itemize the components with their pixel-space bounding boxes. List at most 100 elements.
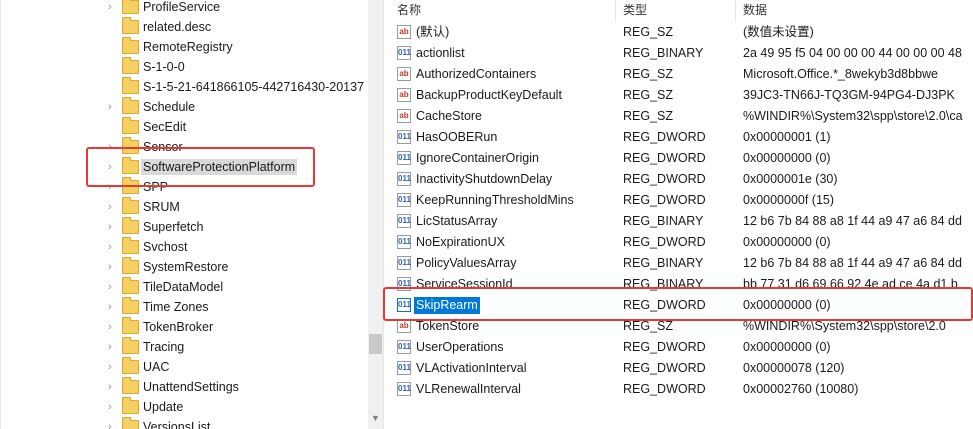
chevron-right-icon[interactable]: › (108, 379, 118, 395)
tree-item[interactable]: › Sensor (0, 137, 368, 157)
value-row[interactable]: 011 PolicyValuesArray REG_BINARY 12 b6 7b 8… (389, 253, 973, 274)
value-name: actionlist (416, 46, 465, 60)
tree-item-label: Svchost (143, 240, 188, 254)
tree-item[interactable]: › SPP (0, 177, 368, 197)
value-name: SkipRearm (414, 297, 480, 314)
chevron-right-icon[interactable]: › (108, 259, 118, 275)
value-row[interactable]: 011 NoExpirationUX REG_DWORD 0x00000000 (0) (389, 232, 973, 253)
tree-item[interactable]: › ProfileService (0, 0, 368, 17)
folder-icon (122, 77, 139, 94)
value-row[interactable]: 011 SkipRearm REG_DWORD 0x00000000 (0) (389, 295, 973, 316)
tree-item[interactable]: › VersionsList (0, 417, 368, 429)
value-row[interactable]: 011 ServiceSessionId REG_BINARY bb 77 31 d6… (389, 274, 973, 295)
value-type: REG_DWORD (623, 193, 706, 207)
folder-icon (122, 417, 139, 429)
value-row[interactable]: 011 LicStatusArray REG_BINARY 12 b6 7b 84 8… (389, 211, 973, 232)
chevron-right-icon[interactable]: › (108, 99, 118, 115)
folder-icon (122, 57, 139, 74)
value-row[interactable]: ab BackupProductKeyDefault REG_SZ 39JC3-TN6… (389, 85, 973, 106)
value-row[interactable]: 011 IgnoreContainerOrigin REG_DWORD 0x00000… (389, 148, 973, 169)
value-row[interactable]: 011 VLRenewalInterval REG_DWORD 0x00002760 … (389, 379, 973, 400)
value-data: 0x00000000 (0) (743, 151, 831, 165)
scrollbar-thumb[interactable] (369, 334, 382, 354)
chevron-right-icon[interactable]: › (108, 279, 118, 295)
value-row[interactable]: 011 VLActivationInterval REG_DWORD 0x000000… (389, 358, 973, 379)
tree-item[interactable]: › Superfetch (0, 217, 368, 237)
chevron-right-icon[interactable]: › (108, 159, 118, 175)
column-header-data[interactable]: 数据 (735, 0, 973, 22)
chevron-right-icon[interactable]: › (108, 0, 118, 15)
tree-item[interactable]: S-1-0-0 (0, 57, 368, 77)
column-header-name[interactable]: 名称 (389, 0, 615, 22)
tree-item-label: Update (143, 400, 184, 414)
value-row[interactable]: 011 KeepRunningThresholdMins REG_DWORD 0x00… (389, 190, 973, 211)
chevron-right-icon[interactable]: › (108, 179, 118, 195)
tree-item[interactable]: › Svchost (0, 237, 368, 257)
tree-item[interactable]: related.desc (0, 17, 368, 37)
value-name: AuthorizedContainers (416, 67, 537, 81)
registry-key-tree[interactable]: › ProfileService related.desc RemoteRegistr… (0, 0, 368, 429)
tree-item[interactable]: S-1-5-21-641866105-442716430-20137 (0, 77, 368, 97)
tree-item-label: SoftwareProtectionPlatform (141, 159, 298, 175)
value-name: NoExpirationUX (416, 235, 505, 249)
value-row[interactable]: 011 actionlist REG_BINARY 2a 49 95 f5 04 00… (389, 43, 973, 64)
value-type: REG_BINARY (623, 214, 704, 228)
tree-item[interactable]: › SystemRestore (0, 257, 368, 277)
value-name: VLRenewalInterval (416, 382, 521, 396)
value-type: REG_DWORD (623, 172, 706, 186)
value-row[interactable]: ab AuthorizedContainers REG_SZ Microsoft.Of… (389, 64, 973, 85)
binary-value-icon: 011 (397, 151, 411, 165)
chevron-right-icon[interactable]: › (108, 299, 118, 315)
tree-item-label: Time Zones (143, 300, 209, 314)
chevron-right-icon[interactable]: › (108, 419, 118, 429)
value-row[interactable]: 011 UserOperations REG_DWORD 0x00000000 (0) (389, 337, 973, 358)
column-header-type[interactable]: 类型 (615, 0, 735, 22)
tree-item-label: UAC (143, 360, 170, 374)
tree-item[interactable]: › SoftwareProtectionPlatform (0, 157, 368, 177)
value-row[interactable]: 011 HasOOBERun REG_DWORD 0x00000001 (1) (389, 127, 973, 148)
tree-item[interactable]: SecEdit (0, 117, 368, 137)
value-type: REG_DWORD (623, 298, 706, 312)
chevron-right-icon[interactable]: › (108, 399, 118, 415)
tree-item[interactable]: › Time Zones (0, 297, 368, 317)
folder-icon (122, 197, 139, 214)
chevron-right-icon[interactable]: › (108, 359, 118, 375)
tree-scrollbar[interactable]: ▼ (368, 0, 383, 429)
value-type: REG_BINARY (623, 256, 704, 270)
folder-icon (122, 17, 139, 34)
value-row[interactable]: ab CacheStore REG_SZ %WINDIR%\System32\spp\… (389, 106, 973, 127)
value-data: (数值未设置) (743, 25, 814, 39)
tree-item[interactable]: › UAC (0, 357, 368, 377)
tree-item[interactable]: › SRUM (0, 197, 368, 217)
binary-value-icon: 011 (397, 256, 411, 270)
tree-item[interactable]: › Update (0, 397, 368, 417)
chevron-right-icon[interactable]: › (108, 219, 118, 235)
tree-item[interactable]: › UnattendSettings (0, 377, 368, 397)
folder-icon (122, 317, 139, 334)
tree-item[interactable]: › Tracing (0, 337, 368, 357)
tree-item-label: Schedule (143, 100, 196, 114)
value-name: IgnoreContainerOrigin (416, 151, 539, 165)
tree-item[interactable]: › Schedule (0, 97, 368, 117)
chevron-right-icon[interactable]: › (108, 139, 118, 155)
value-name: InactivityShutdownDelay (416, 172, 553, 186)
value-data: 0x00000000 (0) (743, 298, 831, 312)
binary-value-icon: 011 (397, 340, 411, 354)
chevron-right-icon[interactable]: › (108, 319, 118, 335)
tree-item[interactable]: › TileDataModel (0, 277, 368, 297)
value-row[interactable]: 011 InactivityShutdownDelay REG_DWORD 0x000… (389, 169, 973, 190)
value-row[interactable]: ab (默认) REG_SZ (数值未设置) (389, 22, 973, 43)
binary-value-icon: 011 (397, 193, 411, 207)
tree-item[interactable]: RemoteRegistry (0, 37, 368, 57)
chevron-right-icon[interactable]: › (108, 199, 118, 215)
value-row[interactable]: ab TokenStore REG_SZ %WINDIR%\System32\spp\… (389, 316, 973, 337)
scroll-down-arrow-icon[interactable]: ▼ (371, 413, 380, 423)
tree-item[interactable]: › TokenBroker (0, 317, 368, 337)
registry-values-list[interactable]: 名称 类型 数据 ab (默认) REG_SZ (数值未设置) 011 actionlis… (389, 0, 973, 429)
folder-icon (122, 177, 139, 194)
string-value-icon: ab (397, 319, 411, 333)
chevron-right-icon[interactable]: › (108, 339, 118, 355)
chevron-right-icon[interactable]: › (108, 239, 118, 255)
value-data: 0x00000078 (120) (743, 361, 845, 375)
tree-item-label: ProfileService (143, 0, 221, 14)
